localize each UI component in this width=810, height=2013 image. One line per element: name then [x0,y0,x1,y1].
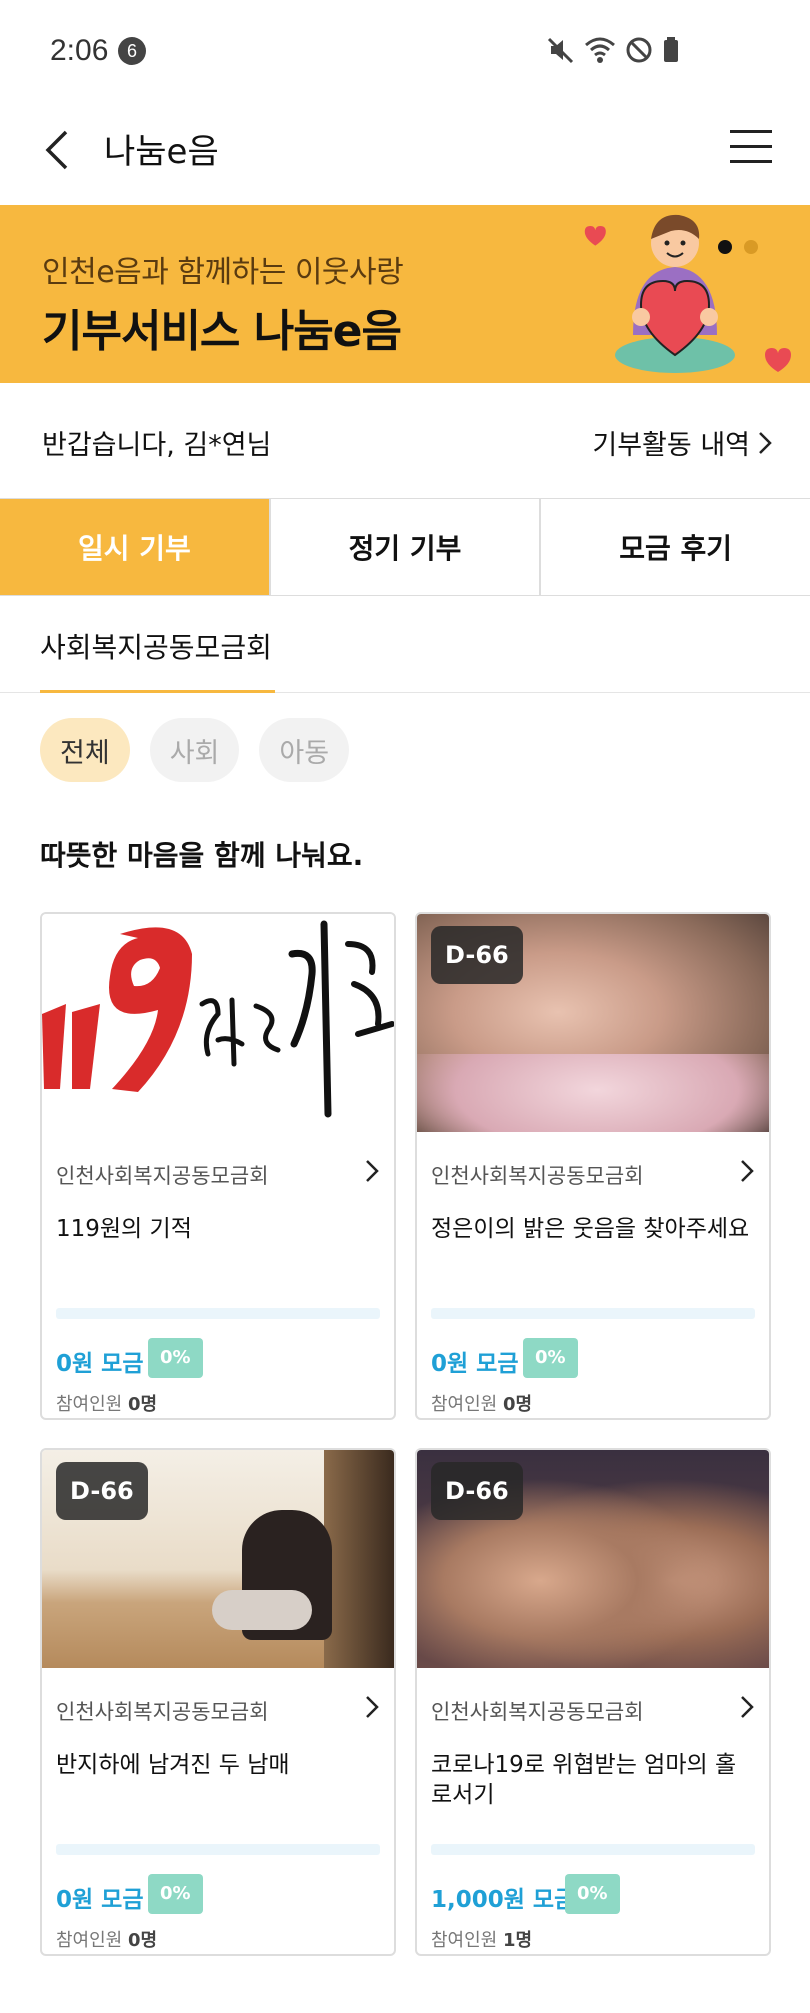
chevron-right-icon[interactable] [362,1158,382,1184]
donor-hugging-heart-illustration [584,214,791,373]
participants-label: 참여인원 [431,1930,498,1951]
wifi-icon [585,37,615,63]
page-title: 나눔e음 [104,132,219,172]
campaign-dday-badge: D-66 [431,926,523,984]
chevron-right-icon [759,431,772,454]
campaign-progress-bar [56,1308,380,1319]
campaign-image: D-66 [417,1450,769,1668]
status-icons [546,34,680,66]
notification-count-badge: 6 [118,37,146,65]
chevron-right-icon[interactable] [737,1158,757,1184]
campaign-percent-badge: 0% [523,1338,578,1378]
category-filter-chips: 전체 사회 아동 [40,718,350,782]
participants-count: 0명 [127,1930,158,1951]
menu-icon-line [730,160,772,163]
tab-one-time-donation[interactable]: 일시 기부 [0,499,269,595]
donation-history-label: 기부활동 내역 [592,430,750,461]
campaign-card[interactable]: D-66 인천사회복지공동모금회 코로나19로 위협받는 엄마의 홀로서기 1,… [415,1448,771,1956]
greeting-row: 반갑습니다, 김*연님 기부활동 내역 [0,383,810,498]
campaign-dday-badge: D-66 [431,1462,523,1520]
calligraphy-119-image [42,920,394,1118]
chevron-right-icon[interactable] [362,1694,382,1720]
banner-dot[interactable] [744,240,758,254]
campaign-progress-bar [56,1844,380,1855]
back-button[interactable] [36,122,76,178]
tab-fundraising-reviews[interactable]: 모금 후기 [539,499,810,595]
campaign-image: D-66 [42,1450,394,1668]
campaign-card[interactable]: D-66 인천사회복지공동모금회 정은이의 밝은 웃음을 찾아주세요 0원 모금… [415,912,771,1420]
chip-all[interactable]: 전체 [40,718,130,782]
participants-label: 참여인원 [56,1394,123,1415]
participants-label: 참여인원 [431,1394,498,1415]
menu-icon-line [730,130,772,133]
campaign-progress-bar [431,1308,755,1319]
status-bar: 2:06 6 [0,0,810,100]
campaign-title: 반지하에 남겨진 두 남매 [56,1752,290,1778]
campaign-raised-amount: 0원 모금 [431,1351,519,1377]
participants-count: 0명 [502,1394,533,1415]
app-header: 나눔e음 [0,100,810,205]
campaign-participants: 참여인원 0명 [56,1390,157,1416]
campaign-participants: 참여인원 1명 [431,1926,532,1952]
campaign-organization: 인천사회복지공동모금회 [56,1164,269,1188]
campaign-image [42,914,394,1132]
campaign-raised-amount: 1,000원 모금 [431,1887,576,1913]
campaign-title: 정은이의 밝은 웃음을 찾아주세요 [431,1216,750,1242]
campaign-organization: 인천사회복지공동모금회 [431,1700,644,1724]
campaign-raised-amount: 0원 모금 [56,1351,144,1377]
campaign-title: 119원의 기적 [56,1216,192,1242]
campaign-dday-badge: D-66 [56,1462,148,1520]
tab-organization[interactable]: 사회복지공동모금회 [40,626,272,666]
campaign-percent-badge: 0% [565,1874,620,1914]
promo-banner[interactable]: 인천e음과 함께하는 이웃사랑 기부서비스 나눔e음 [0,205,810,383]
section-title: 따뜻한 마음을 함께 나눠요. [40,839,364,872]
campaign-participants: 참여인원 0명 [431,1390,532,1416]
banner-pagination[interactable] [718,240,758,254]
greeting-text: 반갑습니다, 김*연님 [42,430,272,461]
chip-society[interactable]: 사회 [149,718,240,782]
campaign-participants: 참여인원 0명 [56,1926,157,1952]
campaign-percent-badge: 0% [148,1874,203,1914]
mute-icon [547,37,574,64]
campaign-progress-bar [431,1844,755,1855]
participants-count: 1명 [502,1930,533,1951]
campaign-card[interactable]: D-66 인천사회복지공동모금회 반지하에 남겨진 두 남매 0원 모금 0% … [40,1448,396,1956]
participants-count: 0명 [127,1394,158,1415]
campaign-percent-badge: 0% [148,1338,203,1378]
campaign-raised-amount: 0원 모금 [56,1887,144,1913]
tab-regular-donation[interactable]: 정기 기부 [268,499,540,595]
participants-label: 참여인원 [56,1930,123,1951]
donation-history-link[interactable]: 기부활동 내역 [592,423,772,462]
banner-dot-active[interactable] [718,240,732,254]
battery-icon [664,37,678,62]
campaign-image: D-66 [417,914,769,1132]
banner-subtitle: 인천e음과 함께하는 이웃사랑 [42,255,404,290]
menu-icon-line [730,145,772,148]
chevron-left-icon [45,130,68,170]
campaign-organization: 인천사회복지공동모금회 [431,1164,644,1188]
menu-button[interactable] [730,124,774,168]
banner-title: 기부서비스 나눔e음 [42,306,402,357]
organization-tab-row: 사회복지공동모금회 [0,596,810,693]
campaign-organization: 인천사회복지공동모금회 [56,1700,269,1724]
status-time: 2:06 [50,34,109,67]
blocked-icon [626,37,652,63]
tab-active-indicator [40,690,275,693]
campaign-card[interactable]: 인천사회복지공동모금회 119원의 기적 0원 모금 0% 참여인원 0명 [40,912,396,1420]
chip-children[interactable]: 아동 [259,718,350,782]
donation-type-tabs: 일시 기부 정기 기부 모금 후기 [0,498,810,596]
chevron-right-icon[interactable] [737,1694,757,1720]
campaign-title: 코로나19로 위협받는 엄마의 홀로서기 [431,1752,737,1808]
